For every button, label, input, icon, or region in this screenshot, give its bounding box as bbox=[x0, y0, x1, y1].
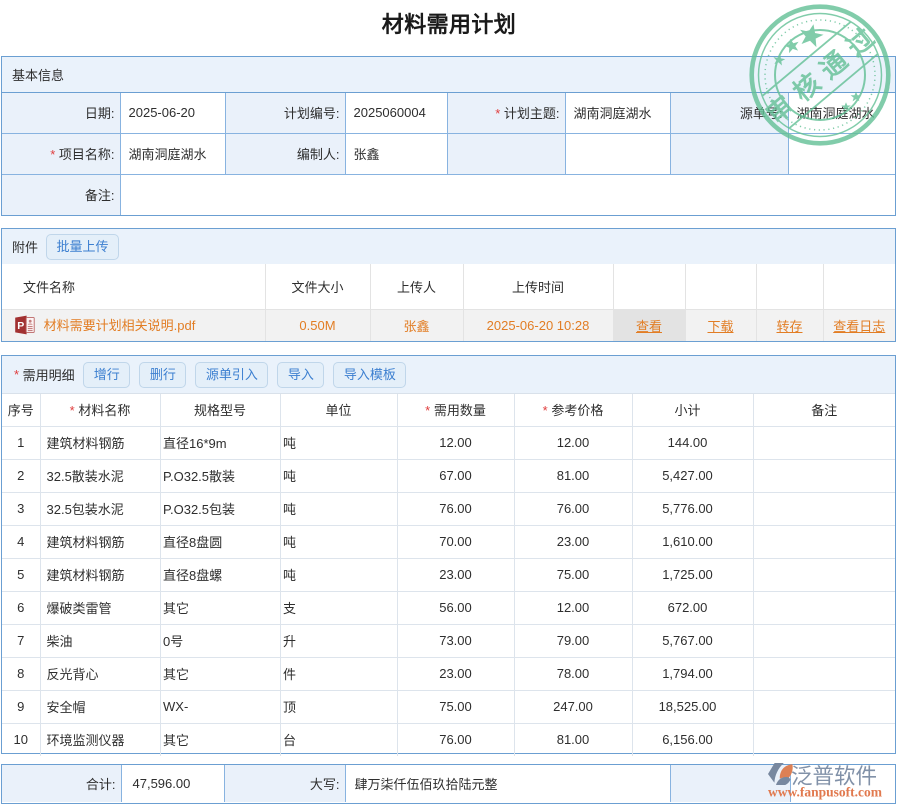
svg-text:P: P bbox=[17, 320, 24, 332]
svg-text:www.fanpusoft.com: www.fanpusoft.com bbox=[768, 785, 883, 800]
